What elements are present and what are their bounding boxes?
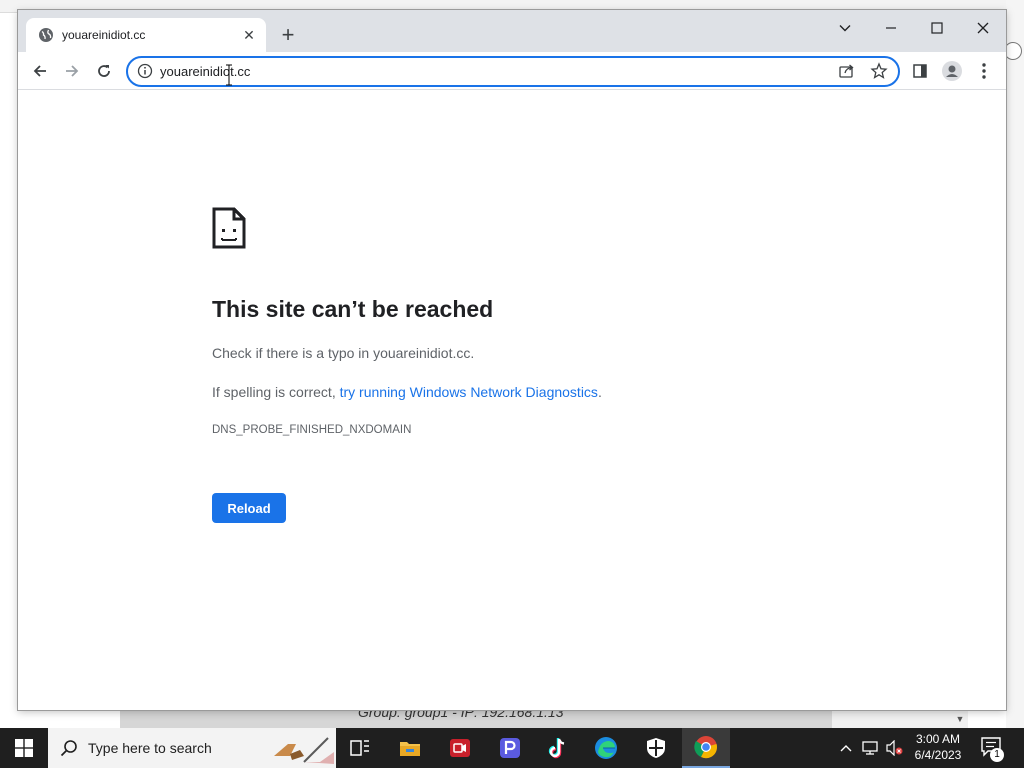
address-input[interactable] xyxy=(160,61,800,81)
sad-page-icon xyxy=(212,207,246,249)
tiktok-icon[interactable] xyxy=(534,728,582,768)
browser-toolbar xyxy=(18,52,1006,90)
tab-active[interactable]: youareinidiot.cc ✕ xyxy=(26,18,266,52)
browser-window: youareinidiot.cc ✕ + youareinidiot.cc Th… xyxy=(18,10,1006,710)
error-heading: This site can’t be reached xyxy=(212,296,494,322)
reload-button[interactable]: Reload xyxy=(212,493,286,523)
windows-logo-icon xyxy=(15,739,33,757)
reload-icon[interactable] xyxy=(92,59,116,83)
task-view-icon[interactable] xyxy=(336,728,384,768)
search-icon xyxy=(60,740,77,757)
search-placeholder: Type here to search xyxy=(88,740,212,756)
volume-muted-icon[interactable] xyxy=(884,738,906,758)
error-message-typo: Check if there is a typo in youareinidio… xyxy=(212,345,475,361)
background-window-status-text: Group: group1 - IP: 192.168.1.13 xyxy=(358,710,564,720)
text-cursor-icon xyxy=(226,64,232,86)
edge-icon[interactable] xyxy=(582,728,630,768)
background-window-edge xyxy=(1006,0,1024,728)
side-panel-icon[interactable] xyxy=(910,61,930,81)
background-window-status: Group: group1 - IP: 192.168.1.13 xyxy=(120,710,832,728)
address-bar[interactable] xyxy=(126,56,900,87)
diagnostics-suffix: . xyxy=(597,384,602,400)
maximize-icon[interactable] xyxy=(914,14,960,42)
close-window-icon[interactable] xyxy=(960,14,1006,42)
background-window-status-right xyxy=(832,710,952,728)
profile-avatar-icon[interactable] xyxy=(942,61,962,81)
share-icon[interactable] xyxy=(838,62,856,80)
clock-time: 3:00 AM xyxy=(915,732,961,746)
back-arrow-icon[interactable] xyxy=(28,59,52,83)
new-tab-button[interactable]: + xyxy=(276,24,300,48)
security-shield-icon[interactable] xyxy=(632,728,680,768)
error-message-diagnostics: If spelling is correct, try running Wind… xyxy=(212,384,602,400)
network-diagnostics-link[interactable]: try running Windows Network Diagnostics xyxy=(340,384,598,400)
tab-title: youareinidiot.cc xyxy=(62,28,146,42)
bookmark-star-icon[interactable] xyxy=(870,62,888,80)
page-content: This site can’t be reached Check if ther… xyxy=(18,90,1006,710)
menu-kebab-icon[interactable] xyxy=(974,61,994,81)
minimize-icon[interactable] xyxy=(868,14,914,42)
system-clock[interactable]: 3:00 AM 6/4/2023 xyxy=(906,731,970,763)
file-explorer-icon[interactable] xyxy=(386,728,434,768)
show-hidden-icons-chevron-icon[interactable] xyxy=(838,738,854,758)
diagnostics-prefix: If spelling is correct, xyxy=(212,384,340,400)
tab-close-icon[interactable]: ✕ xyxy=(240,26,258,44)
network-icon[interactable] xyxy=(860,738,882,758)
tab-search-chevron-icon[interactable] xyxy=(822,14,868,42)
notification-count-badge: 1 xyxy=(990,748,1004,762)
taskbar-search-box[interactable]: Type here to search xyxy=(48,728,336,768)
chrome-icon[interactable] xyxy=(682,728,730,768)
scroll-down-arrow-icon[interactable]: ▼ xyxy=(952,710,968,728)
error-code: DNS_PROBE_FINISHED_NXDOMAIN xyxy=(212,424,412,436)
info-icon[interactable] xyxy=(137,63,153,79)
taskbar: Type here to search 3:00 AM 6/4/2023 1 xyxy=(0,728,1024,768)
pdf-app-icon[interactable] xyxy=(486,728,534,768)
clock-date: 6/4/2023 xyxy=(914,748,962,762)
video-recorder-icon[interactable] xyxy=(436,728,484,768)
background-window-control-icon[interactable] xyxy=(1004,42,1022,60)
start-button[interactable] xyxy=(0,728,48,768)
globe-icon xyxy=(39,28,53,42)
forward-arrow-icon[interactable] xyxy=(60,59,84,83)
tab-strip: youareinidiot.cc ✕ + xyxy=(18,10,1006,52)
search-highlight-art-icon xyxy=(274,737,334,764)
